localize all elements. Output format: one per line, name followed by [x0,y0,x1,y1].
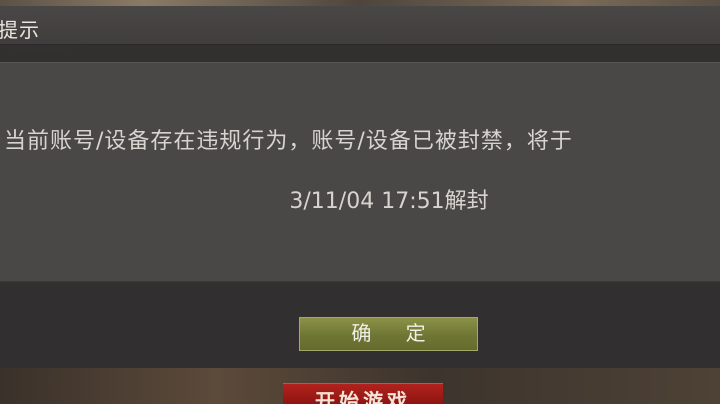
dialog-title: 提示 [0,18,40,42]
ban-message-text: 当前账号/设备存在违规行为，账号/设备已被封禁，将于 [4,129,573,154]
dialog-title-bar: 提示 [0,6,720,45]
start-game-button[interactable]: 开始游戏 [283,383,443,404]
confirm-button[interactable]: 确 定 [299,317,478,351]
unban-time-text: 3/11/04 17:51解封 [289,189,489,214]
message-panel [0,62,720,282]
